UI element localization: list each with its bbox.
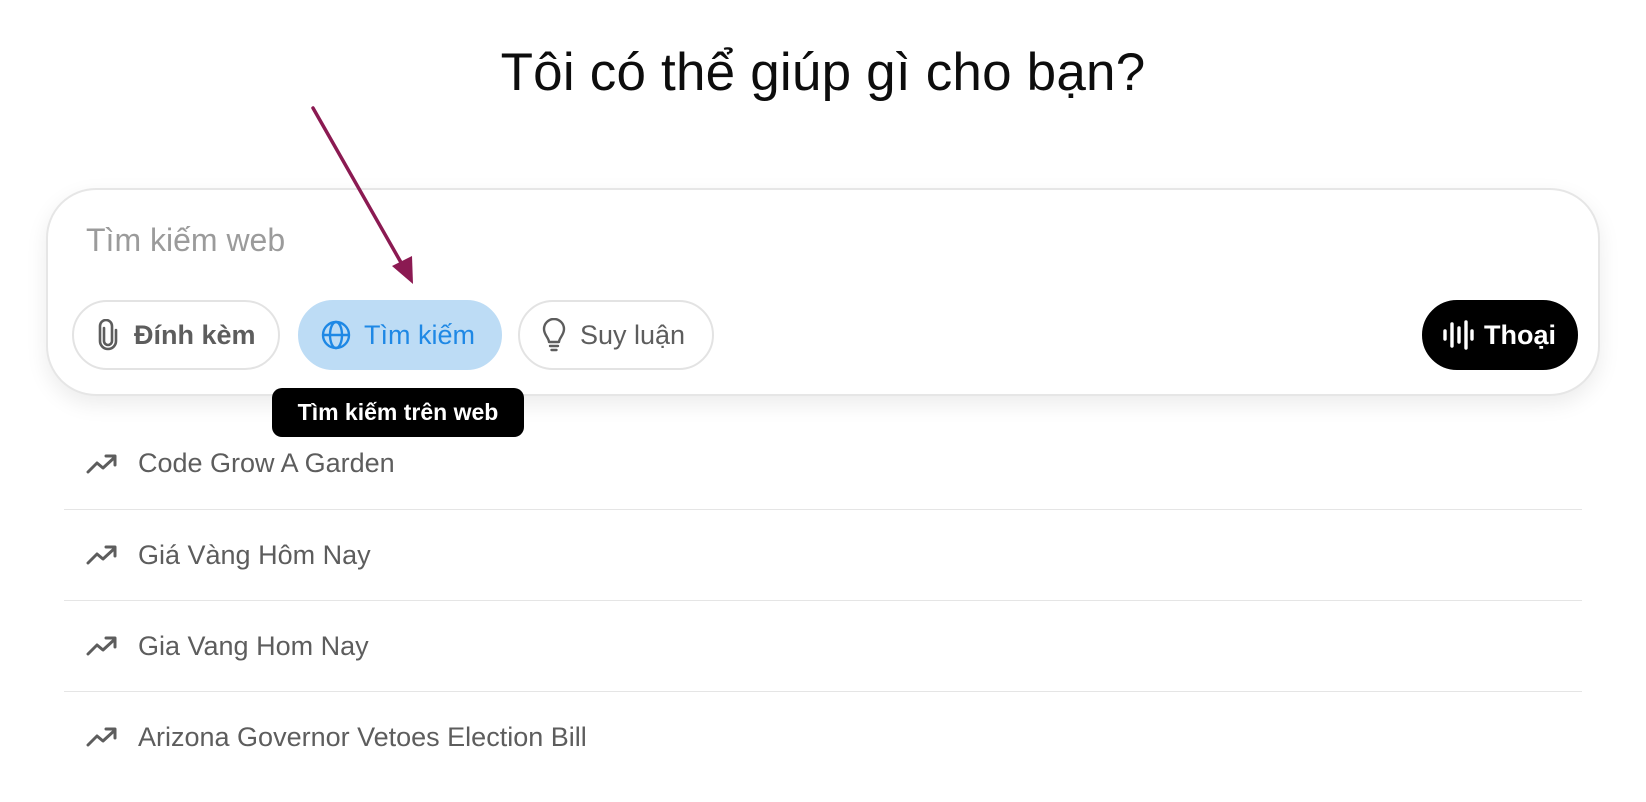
suggestion-text: Code Grow A Garden — [138, 448, 395, 478]
suggestion-text: Giá Vàng Hôm Nay — [138, 539, 371, 570]
suggestion-text: Arizona Governor Vetoes Election Bill — [138, 721, 587, 752]
reason-button[interactable]: Suy luận — [518, 300, 714, 370]
audio-waveform-icon — [1443, 320, 1474, 350]
suggestion-list: Code Grow A Garden Giá Vàng Hôm Nay Gia … — [64, 418, 1582, 782]
paperclip-icon — [98, 319, 118, 351]
globe-icon — [321, 320, 351, 350]
suggestion-item[interactable]: Gia Vang Hom Nay — [64, 600, 1582, 691]
voice-button[interactable]: Thoại — [1422, 300, 1578, 370]
reason-label: Suy luận — [580, 319, 686, 350]
page: Tôi có thể giúp gì cho bạn? Đính kèm Tìm… — [0, 0, 1646, 802]
lightbulb-icon — [542, 318, 566, 352]
composer: Đính kèm Tìm kiếm Suy luận — [46, 188, 1600, 396]
search-tooltip: Tìm kiếm trên web — [272, 388, 524, 437]
page-title: Tôi có thể giúp gì cho bạn? — [500, 43, 1146, 102]
search-toggle-label: Tìm kiếm — [364, 319, 475, 350]
suggestion-item[interactable]: Arizona Governor Vetoes Election Bill — [64, 691, 1582, 782]
trending-up-icon — [86, 545, 117, 565]
suggestion-text: Gia Vang Hom Nay — [138, 630, 369, 661]
trending-up-icon — [86, 727, 117, 747]
trending-up-icon — [86, 454, 117, 473]
voice-label: Thoại — [1484, 319, 1556, 350]
trending-up-icon — [86, 636, 117, 656]
suggestion-item[interactable]: Giá Vàng Hôm Nay — [64, 509, 1582, 600]
attach-button[interactable]: Đính kèm — [72, 300, 280, 370]
prompt-input[interactable] — [86, 216, 1486, 264]
search-toggle-button[interactable]: Tìm kiếm — [298, 300, 502, 370]
attach-label: Đính kèm — [134, 319, 256, 350]
